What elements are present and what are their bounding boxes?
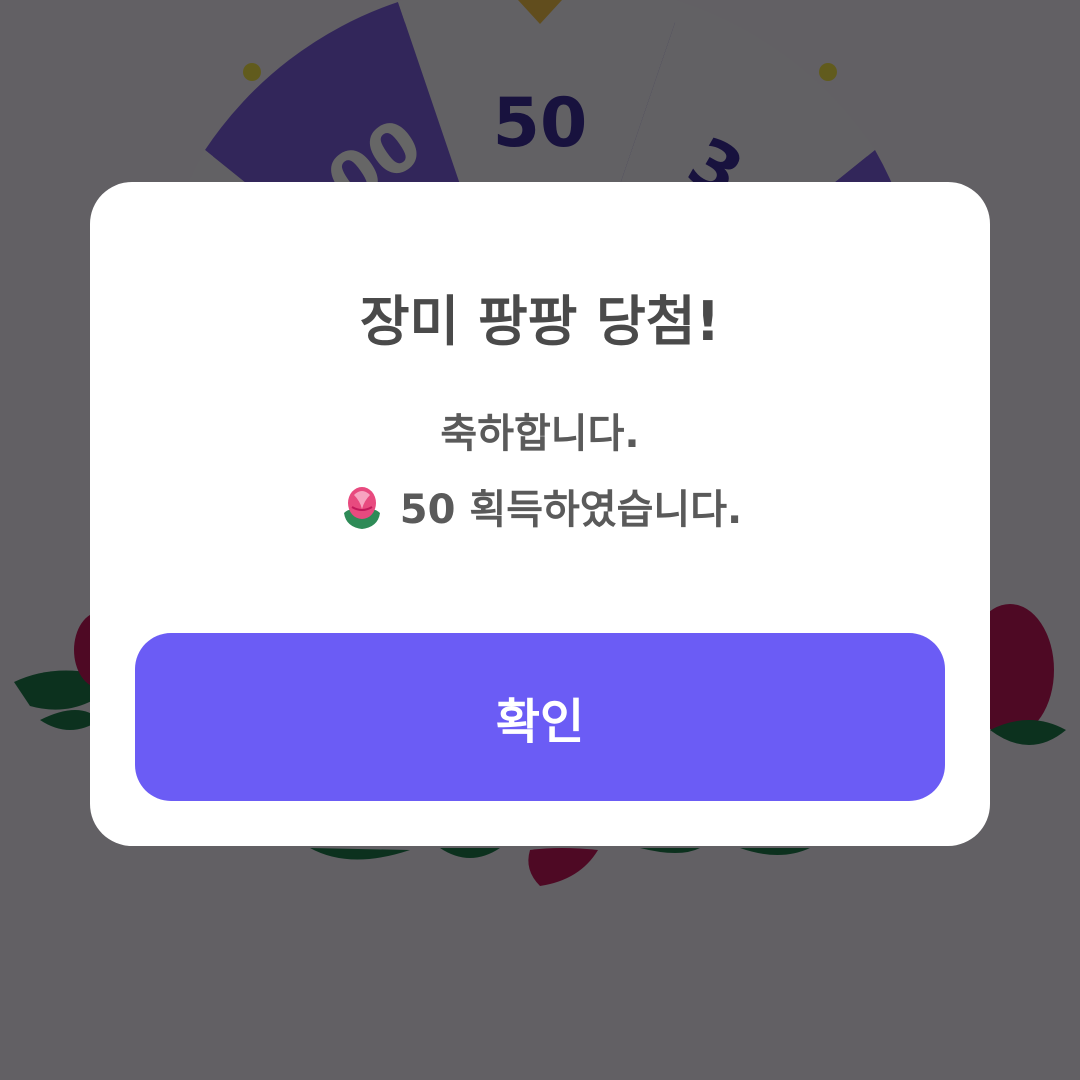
rose-icon	[343, 487, 380, 529]
reward-amount: 50	[399, 487, 456, 533]
screen: 50 00 3 장미 팡팡 당첨! 축하합니다.	[0, 0, 1080, 1080]
reward-suffix: 획득하였습니다.	[469, 487, 743, 533]
dialog-title: 장미 팡팡 당첨!	[359, 290, 721, 353]
reward-message: 50 획득하였습니다.	[0, 478, 1080, 542]
confirm-button[interactable]: 확인	[135, 633, 945, 801]
congratulations-text: 축하합니다.	[440, 411, 640, 457]
